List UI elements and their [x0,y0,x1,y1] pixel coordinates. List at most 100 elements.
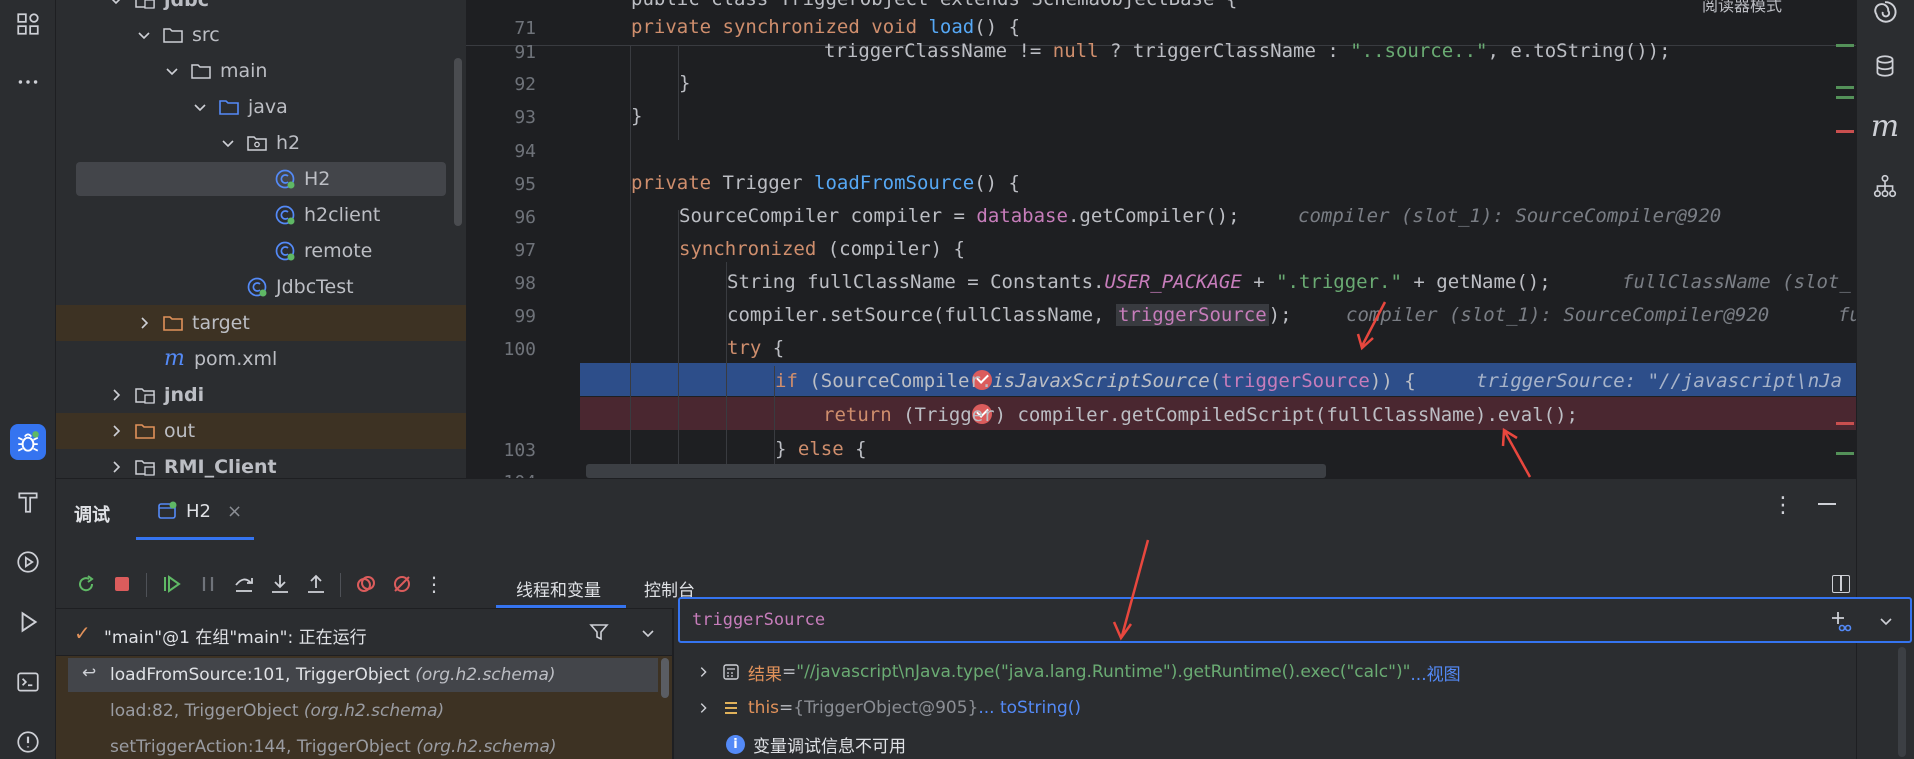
filter-icon[interactable] [588,621,610,643]
step-out-icon[interactable] [300,568,332,600]
frame-row-selected[interactable]: ↩ loadFromSource:101, TriggerObject (org… [68,658,658,692]
tree-item-java[interactable]: java [56,89,466,125]
tostring-link[interactable]: ... toString() [978,698,1081,718]
chevron-right-icon [700,703,707,713]
problems-icon[interactable] [10,724,46,759]
horizontal-scrollbar[interactable] [586,464,1326,478]
code-line-92: } [679,72,691,94]
chevron-right-icon [141,317,149,329]
chevron-down-icon [194,104,206,112]
view-link[interactable]: ...视图 [1410,660,1460,685]
pause-icon[interactable] [192,568,224,600]
module-folder-icon [135,460,155,476]
code-editor[interactable]: public class TriggerObject extends Schem… [466,0,1856,478]
structure-icon[interactable] [10,6,46,42]
resume-icon[interactable] [156,568,188,600]
services-icon[interactable] [10,544,46,580]
more-options-icon[interactable]: ⋮ [418,568,450,600]
change-marker [1836,452,1854,455]
calculator-icon [723,664,739,680]
inline-debug-hint: fu [1838,304,1856,326]
tree-scrollbar[interactable] [454,58,462,226]
variables-scrollbar[interactable] [1898,647,1906,757]
frame-row[interactable]: setTriggerAction:144, TriggerObject (org… [68,730,658,759]
mute-breakpoints-icon[interactable] [386,568,418,600]
build-hammer-icon[interactable] [10,484,46,520]
more-icon[interactable] [10,64,46,100]
add-watch-icon[interactable] [1828,609,1852,633]
reader-mode-toggle[interactable]: 阅读器模式 [1702,0,1782,16]
project-tree: jdbc src main java h2 H2 h2client remote… [56,0,466,478]
chevron-down-icon [111,0,121,5]
breakpoint-marker [1836,422,1854,425]
field-list-icon [725,702,737,714]
java-class-icon [275,241,295,261]
terminal-icon[interactable] [10,664,46,700]
run-icon[interactable] [10,604,46,640]
check-icon: ✓ [74,621,91,645]
excluded-folder-icon [135,424,155,439]
activity-bar [0,0,56,759]
tree-item-remote[interactable]: remote [56,233,466,269]
thread-selector[interactable]: ✓ "main"@1 在组"main": 正在运行 [56,608,672,656]
evaluate-expression-input[interactable]: triggerSource [678,597,1912,643]
sticky-class-line: public class TriggerObject extends Schem… [631,0,1237,10]
tree-item-pom[interactable]: m pom.xml [56,341,466,377]
variable-row-result[interactable]: 结果 = "//javascript\nJava.type("java.lang… [696,655,1896,689]
tree-item-main[interactable]: main [56,53,466,89]
folder-icon [191,64,211,79]
chevron-down-icon[interactable] [1878,613,1894,629]
step-into-icon[interactable] [264,568,296,600]
tree-item-jndi[interactable]: jndi [56,377,466,413]
chevron-down-icon [222,140,234,148]
frames-scrollbar[interactable] [661,658,669,698]
session-tab-underline [136,537,254,540]
change-marker [1836,44,1854,47]
stop-icon[interactable] [106,568,138,600]
tree-item-jdbc[interactable]: jdbc [56,0,466,18]
tree-item-rmi-client[interactable]: RMI_Client [56,449,466,478]
view-breakpoints-icon[interactable] [350,568,382,600]
module-folder-icon [135,0,155,9]
tree-item-out[interactable]: out [56,413,466,449]
code-line-91: triggerClassName != null ? triggerClassN… [824,40,1671,62]
frame-row[interactable]: load:82, TriggerObject (org.h2.schema) [68,694,658,728]
sticky-method-line: private synchronized void load() { [631,16,1021,38]
database-icon[interactable] [1867,48,1903,84]
tab-threads-variables[interactable]: 线程和变量 [516,576,601,601]
more-options-icon[interactable]: ⋮ [1772,493,1794,518]
java-class-icon [275,205,295,225]
inline-debug-hint: triggerSource: "//javascript\nJa [1476,370,1843,392]
frames-list: ↩ loadFromSource:101, TriggerObject (org… [56,656,672,759]
application-icon [158,501,177,519]
chevron-right-icon [700,667,707,677]
change-marker [1836,96,1854,99]
code-line-102: return (Trigger) compiler.getCompiledScr… [823,404,1578,426]
code-line-97: synchronized (compiler) { [679,238,965,260]
rerun-icon[interactable] [70,568,102,600]
tree-item-H2-class[interactable]: H2 [56,161,466,197]
tree-item-JdbcTest[interactable]: JdbcTest [56,269,466,305]
minimize-icon[interactable] [1818,503,1836,505]
maven-icon[interactable]: m [1867,108,1903,144]
variable-row-this[interactable]: this = {TriggerObject@905} ... toString(… [696,691,1896,725]
debug-icon[interactable] [10,424,46,460]
inline-debug-hint: fullClassName (slot_ [1622,271,1851,293]
step-over-icon[interactable] [228,568,260,600]
debug-session-tab[interactable]: H2 × [152,489,310,533]
layout-icon[interactable] [1832,575,1850,593]
return-arrow-icon: ↩ [82,663,97,683]
tree-item-h2client[interactable]: h2client [56,197,466,233]
tree-item-h2-package[interactable]: h2 [56,125,466,161]
module-folder-icon [135,388,155,404]
change-marker [1836,86,1854,89]
close-icon[interactable]: × [227,501,242,522]
chevron-down-icon[interactable] [640,625,656,641]
chevron-right-icon [113,425,121,437]
code-line-93: } [631,105,643,127]
ai-assistant-icon[interactable] [1867,0,1903,30]
tree-item-src[interactable]: src [56,17,466,53]
tree-item-target[interactable]: target [56,305,466,341]
structure-hierarchy-icon[interactable] [1867,168,1903,204]
chevron-down-icon [166,68,178,76]
